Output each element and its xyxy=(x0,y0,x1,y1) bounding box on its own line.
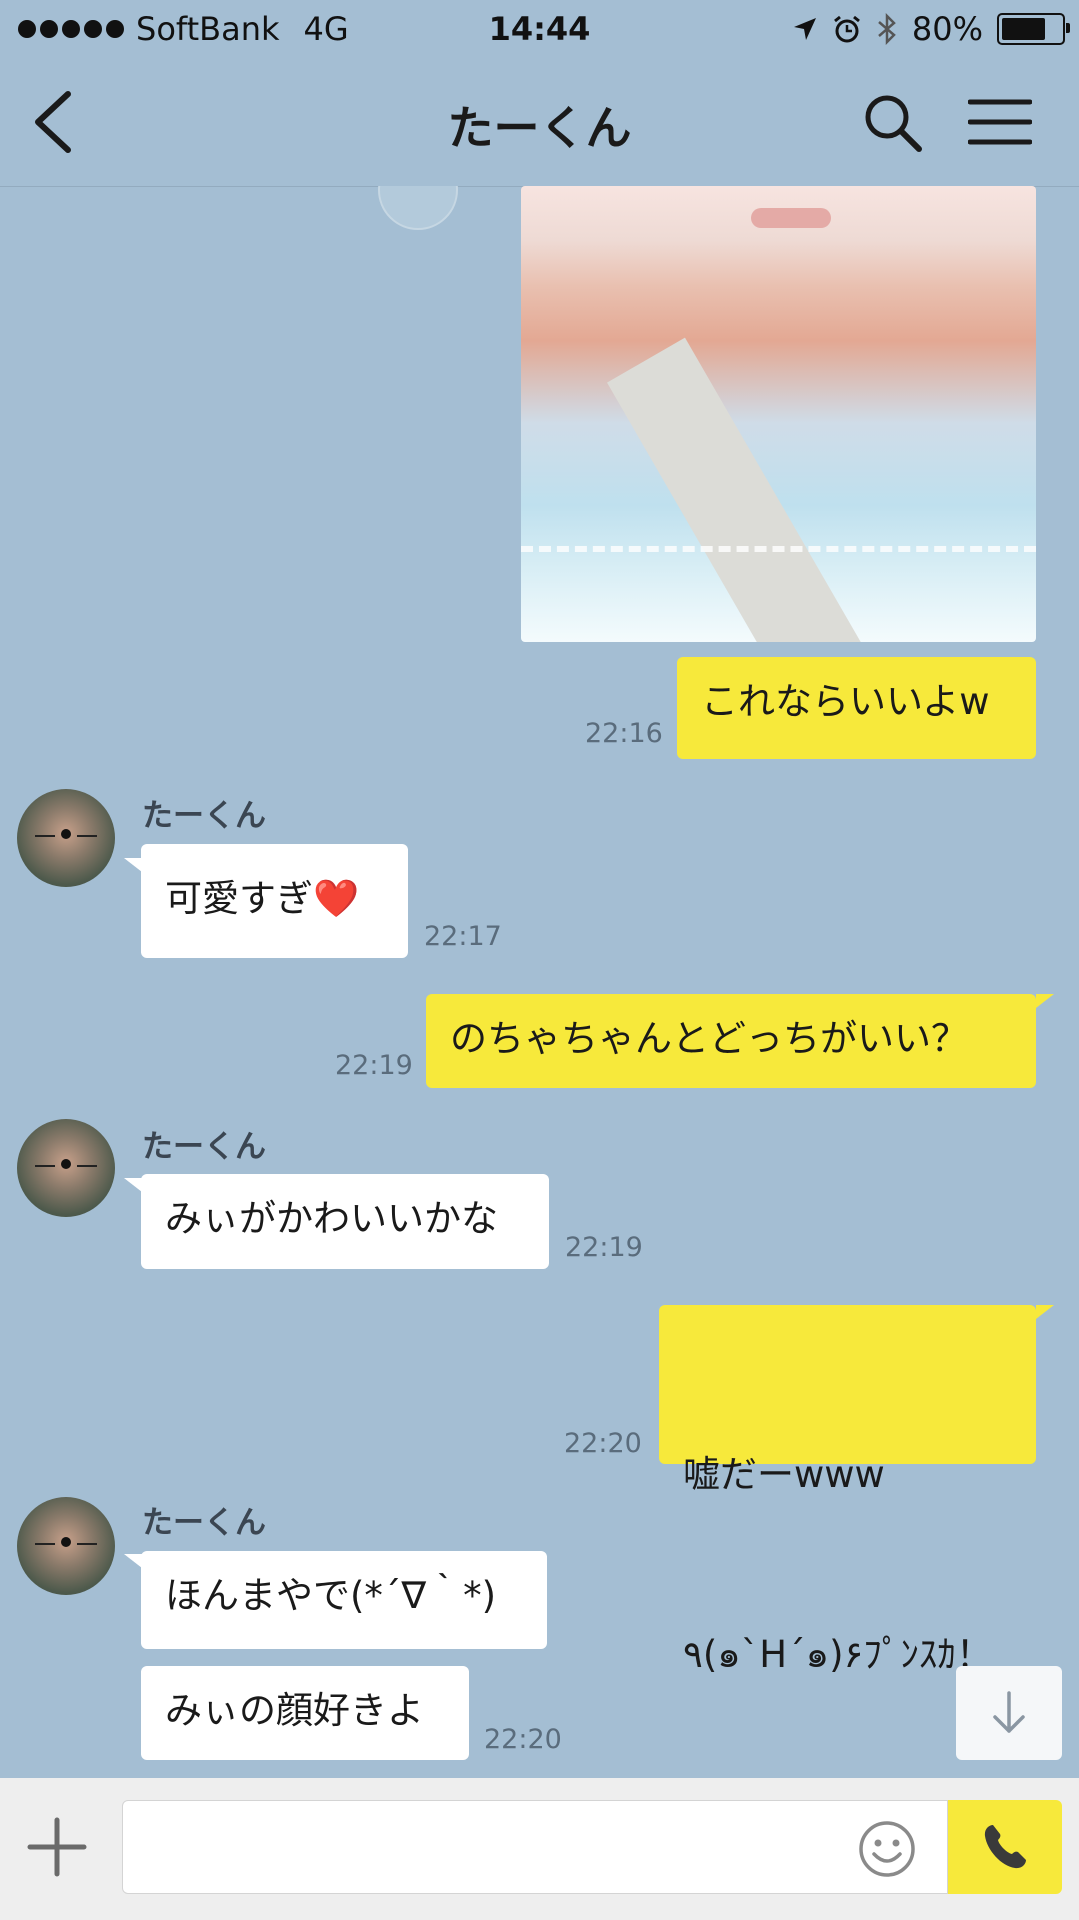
location-arrow-icon xyxy=(793,18,816,40)
image-download-button[interactable] xyxy=(378,186,458,230)
message-time: 22:17 xyxy=(424,921,502,952)
emoji-button[interactable] xyxy=(858,1820,916,1878)
avatar[interactable] xyxy=(17,1497,115,1595)
avatar[interactable] xyxy=(17,1119,115,1217)
sender-name: たーくん xyxy=(142,1505,266,1541)
message-list[interactable]: 22:16 これならいいよw たーくん 可愛すぎ❤️ 22:17 22:19 の… xyxy=(0,186,1079,1778)
message-line: 嘘だーwww xyxy=(683,1453,885,1496)
message-bubble-sent[interactable]: 嘘だーwww ٩(๑`H´๑)۶ﾌﾟﾝｽｶ！ xyxy=(659,1305,1036,1676)
sender-name: たーくん xyxy=(142,1129,266,1165)
message-bubble-received[interactable]: みぃの顔好きよ xyxy=(141,1666,469,1760)
status-bar: SoftBank 4G 14:44 80% xyxy=(0,0,1079,58)
plus-icon xyxy=(27,1817,87,1877)
sender-name: たーくん xyxy=(142,798,266,834)
message-bubble-received[interactable]: ほんまやで(*´∇｀*) xyxy=(141,1551,547,1649)
call-button[interactable] xyxy=(948,1800,1062,1894)
message-bubble-sent[interactable]: のちゃちゃんとどっちがいい？ xyxy=(426,994,1036,1088)
battery-icon xyxy=(997,13,1070,45)
search-button[interactable] xyxy=(852,82,932,162)
photo-detail xyxy=(521,546,1036,592)
search-icon xyxy=(865,95,922,152)
menu-button[interactable] xyxy=(960,82,1040,162)
message-time: 22:16 xyxy=(585,718,663,749)
message-input-bar xyxy=(0,1778,1079,1920)
message-input[interactable] xyxy=(122,1800,948,1894)
alarm-icon xyxy=(833,15,860,43)
hamburger-menu-icon xyxy=(968,99,1032,145)
photo-detail xyxy=(607,337,865,642)
message-bubble-sent[interactable]: これならいいよw xyxy=(677,657,1036,759)
message-time: 22:19 xyxy=(565,1232,643,1263)
bluetooth-icon xyxy=(878,13,896,45)
battery-percentage: 80% xyxy=(911,10,983,48)
photo-detail xyxy=(751,208,831,228)
arrow-down-icon xyxy=(993,1691,1025,1733)
add-attachment-button[interactable] xyxy=(26,1816,88,1878)
message-time: 22:19 xyxy=(335,1050,413,1081)
message-time: 22:20 xyxy=(564,1428,642,1459)
message-bubble-received[interactable]: みぃがかわいいかな xyxy=(141,1174,549,1269)
message-bubble-received[interactable]: 可愛すぎ❤️ xyxy=(141,844,408,958)
avatar[interactable] xyxy=(17,789,115,887)
status-right: 80% xyxy=(792,10,1070,48)
phone-icon xyxy=(984,1825,1026,1869)
scroll-to-bottom-button[interactable] xyxy=(956,1666,1062,1760)
message-time: 22:20 xyxy=(484,1724,562,1755)
image-message[interactable] xyxy=(521,186,1036,642)
chat-header: たーくん xyxy=(0,58,1079,187)
smiley-icon xyxy=(859,1821,915,1877)
